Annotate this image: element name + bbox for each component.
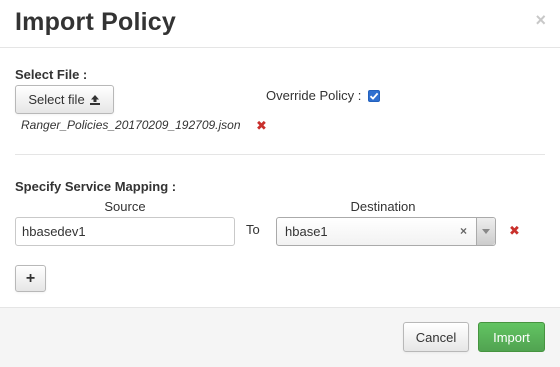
import-button-label: Import bbox=[493, 329, 530, 345]
select-file-label: Select File : bbox=[15, 67, 88, 82]
chevron-down-icon[interactable] bbox=[476, 218, 495, 245]
override-policy-checkbox[interactable] bbox=[368, 90, 380, 102]
upload-icon bbox=[89, 94, 101, 106]
remove-file-icon[interactable]: ✖ bbox=[256, 119, 267, 133]
modal-header: Import Policy × bbox=[0, 0, 560, 48]
add-mapping-button[interactable]: + bbox=[15, 265, 46, 292]
select-file-button[interactable]: Select file bbox=[15, 85, 114, 114]
cancel-button[interactable]: Cancel bbox=[403, 322, 469, 352]
cancel-button-label: Cancel bbox=[415, 329, 457, 345]
to-label: To bbox=[246, 222, 260, 237]
close-icon[interactable]: × bbox=[535, 10, 546, 30]
clear-icon[interactable]: × bbox=[460, 218, 467, 245]
section-divider bbox=[15, 154, 545, 155]
import-button[interactable]: Import bbox=[478, 322, 545, 352]
source-column-header: Source bbox=[104, 199, 146, 214]
selected-file-name: Ranger_Policies_20170209_192709.json bbox=[21, 118, 241, 132]
select-file-button-label: Select file bbox=[28, 92, 85, 107]
service-mapping-label: Specify Service Mapping : bbox=[15, 179, 177, 194]
override-policy-label: Override Policy : bbox=[266, 88, 362, 103]
checkmark-icon bbox=[369, 92, 379, 100]
modal-title: Import Policy bbox=[15, 8, 176, 36]
destination-select[interactable]: hbase1 × bbox=[276, 217, 496, 246]
source-input[interactable]: hbasedev1 bbox=[15, 217, 235, 246]
destination-column-header: Destination bbox=[350, 199, 416, 214]
plus-icon: + bbox=[25, 269, 36, 287]
modal-footer bbox=[0, 307, 560, 367]
remove-mapping-icon[interactable]: ✖ bbox=[509, 224, 520, 238]
destination-select-value: hbase1 bbox=[285, 224, 328, 239]
